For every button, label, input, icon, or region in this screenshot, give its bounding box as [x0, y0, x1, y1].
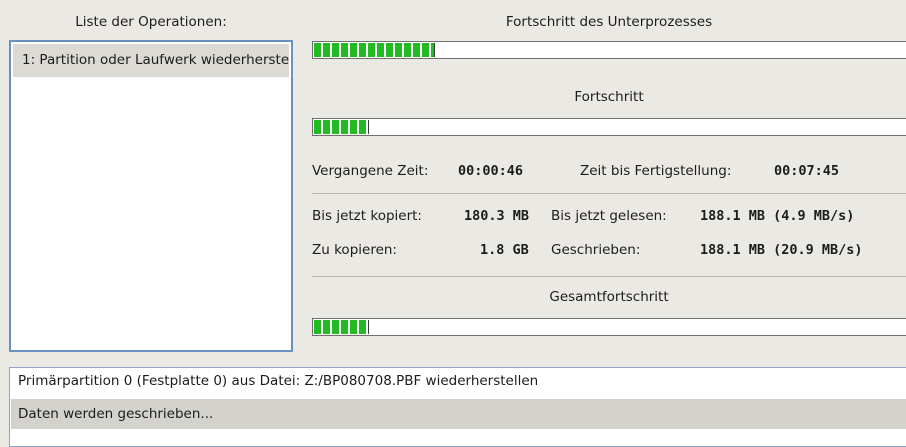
total-progress-header: Gesamtfortschritt — [549, 289, 669, 305]
copied-value: 180.3 MB — [464, 208, 530, 224]
status-panel: Primärpartition 0 (Festplatte 0) aus Dat… — [9, 367, 906, 447]
copied-label: Bis jetzt kopiert: — [312, 208, 422, 224]
total-progress-fill — [314, 320, 369, 334]
operations-list[interactable]: 1: Partition oder Laufwerk wiederherstel… — [9, 40, 293, 352]
elapsed-time-value: 00:00:46 — [458, 163, 524, 179]
operation-item-1[interactable]: 1: Partition oder Laufwerk wiederherstel… — [13, 44, 289, 77]
operations-list-header: Liste der Operationen: — [75, 14, 227, 30]
read-value: 188.1 MB (4.9 MB/s) — [700, 208, 855, 224]
subprocess-progress-fill — [314, 43, 435, 57]
separator — [312, 276, 906, 277]
progress-fill — [314, 120, 369, 134]
to-copy-label: Zu kopieren: — [312, 242, 397, 258]
progress-header: Fortschritt — [574, 89, 644, 105]
status-operation-text: Primärpartition 0 (Festplatte 0) aus Dat… — [18, 373, 539, 389]
status-current-step: Daten werden geschrieben... — [11, 399, 906, 429]
written-value: 188.1 MB (20.9 MB/s) — [700, 242, 863, 258]
subprocess-progress-header: Fortschritt des Unterprozesses — [505, 14, 713, 30]
total-progress-bar — [312, 318, 906, 336]
progress-bar — [312, 118, 906, 136]
elapsed-time-label: Vergangene Zeit: — [312, 163, 429, 179]
written-label: Geschrieben: — [551, 242, 641, 258]
separator — [312, 193, 906, 194]
remaining-time-value: 00:07:45 — [774, 163, 840, 179]
subprocess-progress-bar — [312, 41, 906, 59]
read-label: Bis jetzt gelesen: — [551, 208, 667, 224]
remaining-time-label: Zeit bis Fertigstellung: — [580, 163, 732, 179]
to-copy-value: 1.8 GB — [480, 242, 529, 258]
